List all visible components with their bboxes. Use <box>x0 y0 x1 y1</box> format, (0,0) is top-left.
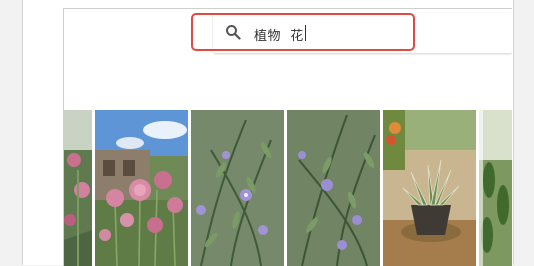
photo-thumbnail-5[interactable] <box>383 110 476 266</box>
photo-thumbnail-2[interactable] <box>95 110 188 266</box>
photo-thumbnail-6[interactable] <box>479 110 512 266</box>
photo-results-grid <box>64 110 512 266</box>
document-page: 植物 花 <box>22 0 514 266</box>
search-highlight-annotation <box>191 13 415 51</box>
photo-thumbnail-4[interactable] <box>287 110 380 266</box>
photo-thumbnail-3[interactable] <box>191 110 284 266</box>
photo-thumbnail-1[interactable] <box>64 110 92 266</box>
